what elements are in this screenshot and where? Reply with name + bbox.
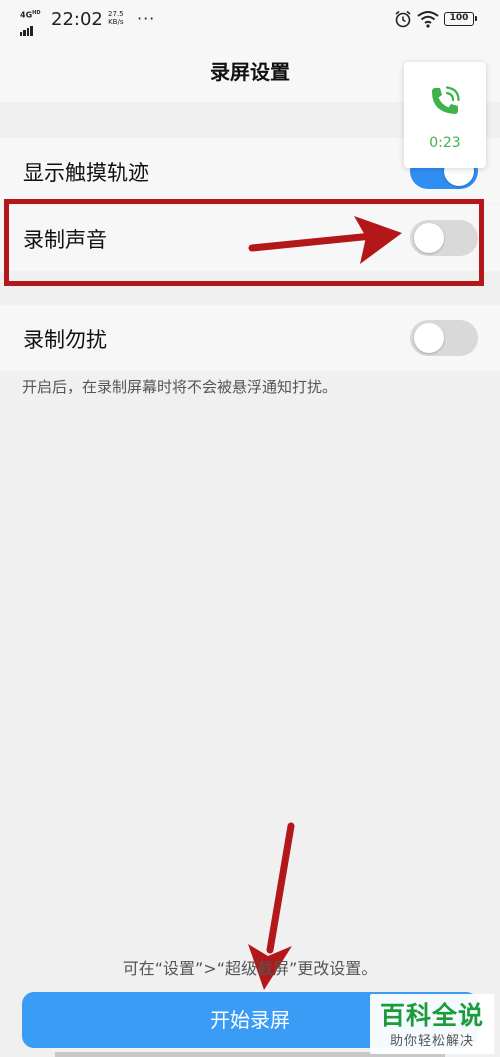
annotation-arrow-right-icon	[248, 216, 402, 264]
settings-path-hint: 可在“设置”>“超级截屏”更改设置。	[122, 959, 378, 978]
watermark-logo: 百科全说 助你轻松解决	[370, 994, 494, 1054]
watermark-subtitle: 助你轻松解决	[389, 1034, 474, 1049]
annotation-arrows	[248, 216, 402, 990]
watermark-title: 百科全说	[379, 1001, 484, 1030]
